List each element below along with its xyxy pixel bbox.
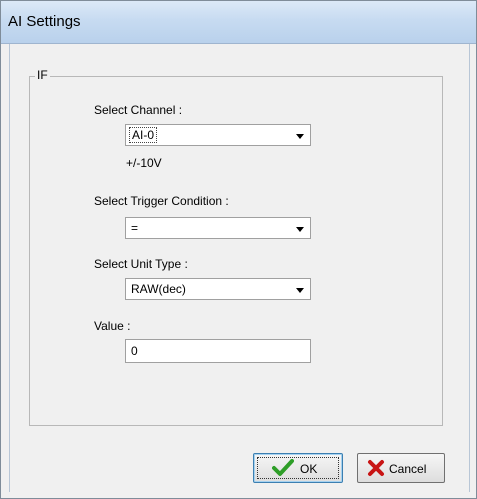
channel-selected-value: AI-0 <box>129 127 158 143</box>
title-bar[interactable]: AI Settings <box>1 1 476 44</box>
focus-rectangle <box>257 457 339 479</box>
ai-settings-dialog: AI Settings IF Select Channel : AI-0 +/-… <box>0 0 477 499</box>
cancel-button[interactable]: Cancel <box>357 453 445 483</box>
trigger-condition-dropdown[interactable]: = <box>125 217 311 239</box>
chevron-down-icon <box>296 288 304 293</box>
trigger-selected-value: = <box>131 221 139 235</box>
channel-range-text: +/-10V <box>126 156 162 170</box>
unit-type-dropdown[interactable]: RAW(dec) <box>125 278 311 300</box>
value-input[interactable] <box>125 339 311 363</box>
window-title: AI Settings <box>8 13 81 30</box>
groupbox-label: IF <box>35 68 50 82</box>
ok-button-label: OK <box>300 462 318 476</box>
chevron-down-icon <box>296 227 304 232</box>
select-trigger-label: Select Trigger Condition : <box>94 194 229 208</box>
checkmark-icon <box>272 459 294 476</box>
cancel-button-label: Cancel <box>389 462 427 476</box>
select-unit-label: Select Unit Type : <box>94 257 188 271</box>
select-channel-label: Select Channel : <box>94 103 183 117</box>
ok-button[interactable]: OK <box>253 453 343 483</box>
red-x-icon <box>368 460 384 476</box>
channel-dropdown[interactable]: AI-0 <box>125 124 311 146</box>
value-label: Value : <box>94 319 131 333</box>
chevron-down-icon <box>296 134 304 139</box>
unit-selected-value: RAW(dec) <box>131 282 186 296</box>
